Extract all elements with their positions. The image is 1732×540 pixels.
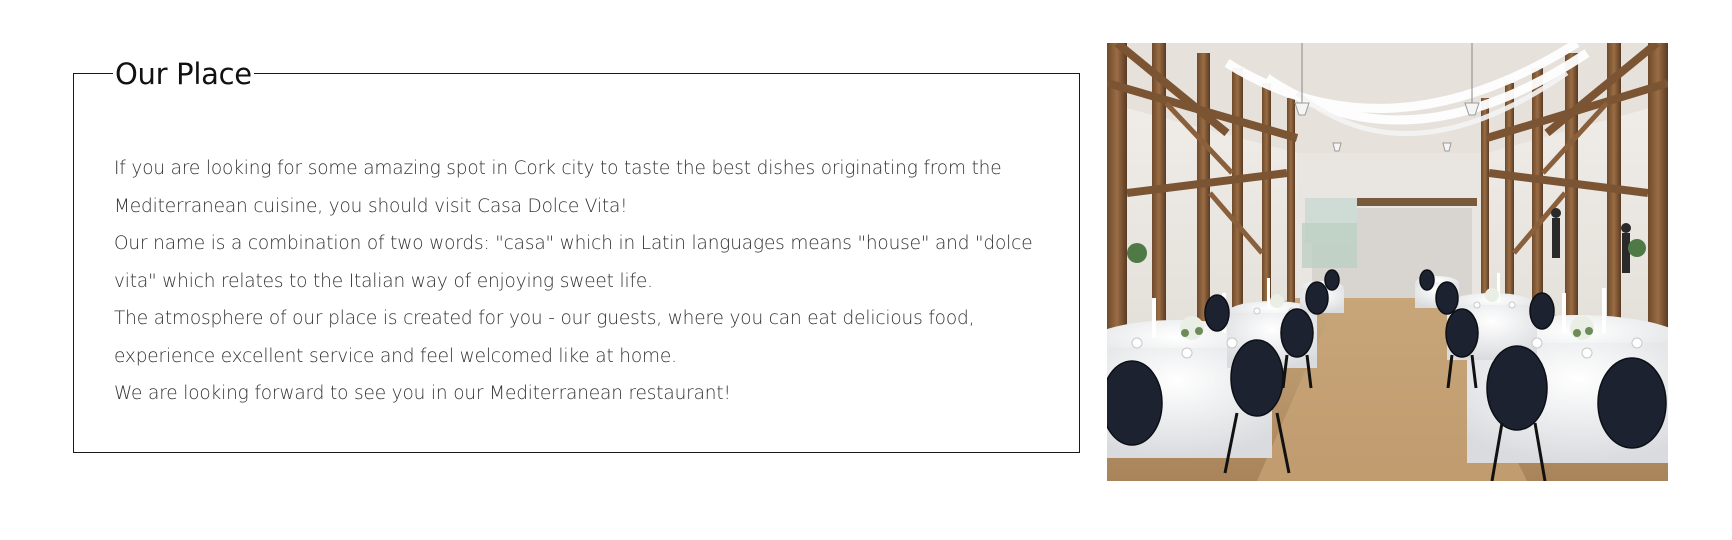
about-paragraph: We are looking forward to see you in our…: [114, 383, 731, 404]
about-paragraph: The atmosphere of our place is created f…: [114, 308, 975, 367]
about-title: Our Place: [113, 55, 254, 93]
restaurant-interior-photo: [1107, 43, 1668, 481]
about-paragraph: If you are looking for some amazing spot…: [114, 158, 1002, 217]
about-paragraph: Our name is a combination of two words: …: [114, 233, 1033, 292]
about-section: Our Place If you are looking for some am…: [0, 0, 1732, 540]
about-text: If you are looking for some amazing spot…: [114, 150, 1054, 413]
restaurant-interior-illustration: [1107, 43, 1668, 481]
